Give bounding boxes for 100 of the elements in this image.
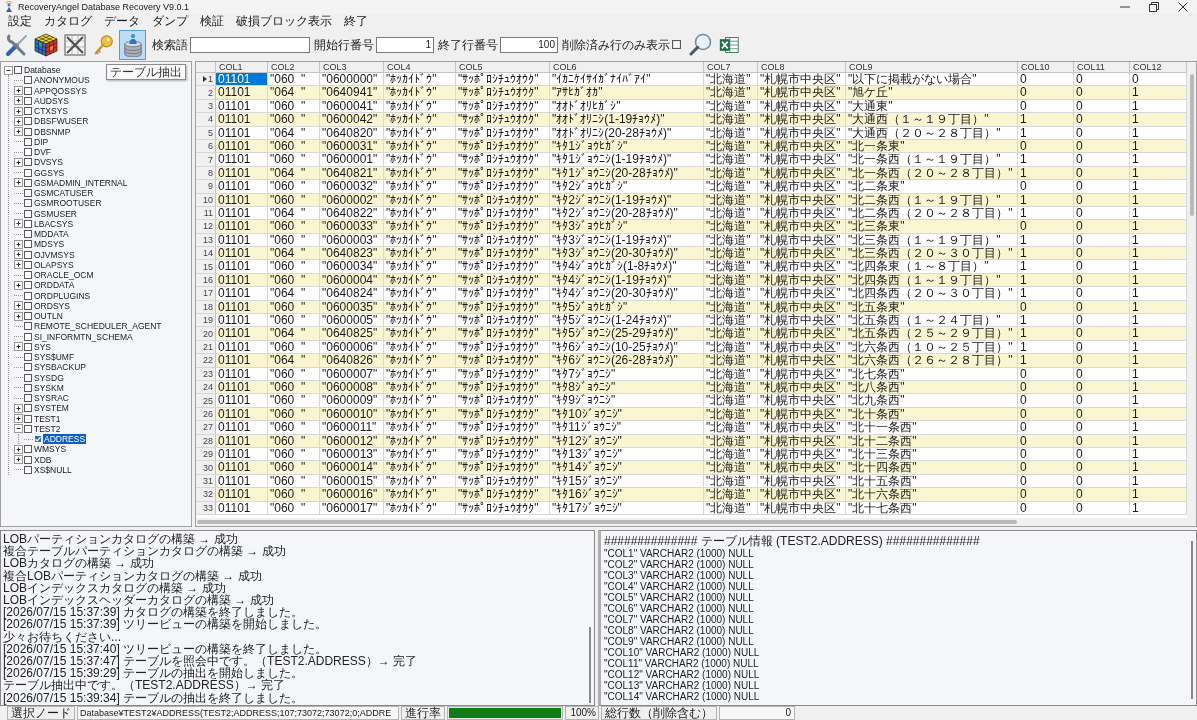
column-header[interactable]: COL6 <box>550 62 704 72</box>
checkbox[interactable] <box>14 66 22 75</box>
checkbox[interactable] <box>24 230 32 239</box>
spreadsheet-icon[interactable] <box>719 34 739 55</box>
row-header[interactable]: 25 <box>196 394 216 407</box>
tree-item[interactable]: ORDPLUGINS <box>33 290 92 301</box>
search-icon[interactable] <box>689 32 713 57</box>
tree-item[interactable]: GSMCATUSER <box>33 188 95 199</box>
start-row-field[interactable]: 1 <box>376 36 434 53</box>
tree-item[interactable]: SYS$UMF <box>33 352 76 363</box>
checkbox[interactable] <box>24 383 32 392</box>
tree-item[interactable]: ANONYMOUS <box>33 75 91 86</box>
column-header[interactable]: COL5 <box>456 62 550 72</box>
menu-item[interactable]: 検証 <box>194 14 230 28</box>
row-header[interactable]: 30 <box>196 461 216 474</box>
checkbox[interactable] <box>24 107 32 116</box>
row-header[interactable]: 12 <box>196 220 216 233</box>
checkbox[interactable] <box>24 373 32 382</box>
tree-item[interactable]: SYSTEM <box>33 403 70 414</box>
menu-item[interactable]: データ <box>98 14 146 28</box>
column-header[interactable]: COL2 <box>268 62 320 72</box>
tree-item[interactable]: OUTLN <box>33 311 64 322</box>
row-header[interactable]: 4 <box>196 113 216 126</box>
checkbox[interactable] <box>24 209 32 218</box>
expand-icon[interactable] <box>14 311 23 321</box>
checkbox[interactable] <box>24 322 32 331</box>
tree-item[interactable]: ORDDATA <box>33 280 76 291</box>
checkbox[interactable] <box>24 260 32 269</box>
tree-item[interactable]: TEST2 <box>33 423 62 434</box>
tree-item[interactable]: DBSNMP <box>33 126 72 137</box>
checkbox[interactable] <box>24 445 32 454</box>
tree-item[interactable]: CTXSYS <box>33 106 69 117</box>
checkbox[interactable] <box>24 137 32 146</box>
checkbox[interactable] <box>24 312 32 321</box>
checkbox[interactable] <box>24 455 32 464</box>
checkbox[interactable] <box>24 96 32 105</box>
row-header[interactable]: 22 <box>196 354 216 367</box>
tree-item[interactable]: LBACSYS <box>33 218 75 229</box>
expand-icon[interactable] <box>14 178 23 188</box>
checkbox[interactable] <box>24 199 32 208</box>
expand-icon[interactable] <box>14 127 23 137</box>
tree-item[interactable]: TEST1 <box>33 413 62 424</box>
checkbox[interactable] <box>24 178 32 187</box>
column-header[interactable]: COL10 <box>1018 62 1074 72</box>
expand-icon[interactable] <box>14 455 23 465</box>
tree-item[interactable]: GSMUSER <box>33 208 78 219</box>
tree-item[interactable]: ADDRESS <box>43 434 87 445</box>
checkbox[interactable] <box>24 158 32 167</box>
tree-item[interactable]: ORDSYS <box>33 300 71 311</box>
expand-icon[interactable] <box>14 239 23 249</box>
checkbox[interactable] <box>24 240 32 249</box>
checkbox[interactable] <box>24 86 32 95</box>
restore-icon[interactable] <box>1149 2 1159 12</box>
tree-item[interactable]: XS$NULL <box>33 464 73 475</box>
checkbox[interactable] <box>24 332 32 341</box>
scrollbar-thumb[interactable] <box>197 520 1017 524</box>
checkbox[interactable] <box>24 301 32 310</box>
checkbox[interactable] <box>24 281 32 290</box>
tree-item[interactable]: OJVMSYS <box>33 249 76 260</box>
tree-item[interactable]: APPQOSSYS <box>33 85 88 96</box>
expand-icon[interactable] <box>14 116 23 126</box>
menu-item[interactable]: 破損ブロック表示 <box>230 14 338 28</box>
horizontal-scrollbar[interactable] <box>196 518 1196 526</box>
tree-item[interactable]: SI_INFORMTN_SCHEMA <box>33 331 134 342</box>
tree-item[interactable]: XDB <box>33 454 53 465</box>
checkbox[interactable] <box>24 353 32 362</box>
row-header[interactable]: 17 <box>196 287 216 300</box>
scrollbar-thumb[interactable] <box>1189 74 1194 216</box>
scrollbar-thumb[interactable] <box>589 627 591 703</box>
collapse-icon[interactable] <box>4 65 13 75</box>
expand-icon[interactable] <box>14 403 23 413</box>
tree-item[interactable]: MDSYS <box>33 239 66 250</box>
row-header[interactable]: 14 <box>196 247 216 260</box>
tree-item[interactable]: GGSYS <box>33 167 66 178</box>
checkbox[interactable] <box>24 189 32 198</box>
close-icon[interactable] <box>1178 2 1188 12</box>
menu-item[interactable]: カタログ <box>38 14 98 28</box>
checkbox[interactable] <box>24 414 32 423</box>
checkbox[interactable] <box>24 424 32 433</box>
checkbox[interactable] <box>24 363 32 372</box>
row-header[interactable]: 32 <box>196 488 216 501</box>
expand-icon[interactable] <box>14 106 23 116</box>
tree-item[interactable]: ORACLE_OCM <box>33 270 95 281</box>
menu-item[interactable]: 終了 <box>338 14 374 28</box>
tree-item[interactable]: SYSRAC <box>33 393 70 404</box>
checkbox[interactable] <box>672 40 681 49</box>
menu-item[interactable]: ダンプ <box>146 14 194 28</box>
tree-item[interactable]: MDDATA <box>33 229 70 240</box>
column-header[interactable]: COL8 <box>758 62 846 72</box>
checkbox[interactable] <box>24 76 32 85</box>
tree-item[interactable]: SYS <box>33 341 52 352</box>
tree-item[interactable]: DBSFWUSER <box>33 116 90 127</box>
vertical-scrollbar[interactable] <box>1187 62 1196 518</box>
checkbox[interactable] <box>24 271 32 280</box>
tree-item[interactable]: DIP <box>33 136 50 147</box>
expand-icon[interactable] <box>14 157 23 167</box>
row-header[interactable]: 19 <box>196 314 216 327</box>
checkbox[interactable] <box>24 342 32 351</box>
tree-item[interactable]: AUDSYS <box>33 95 70 106</box>
checkbox[interactable] <box>24 465 32 474</box>
